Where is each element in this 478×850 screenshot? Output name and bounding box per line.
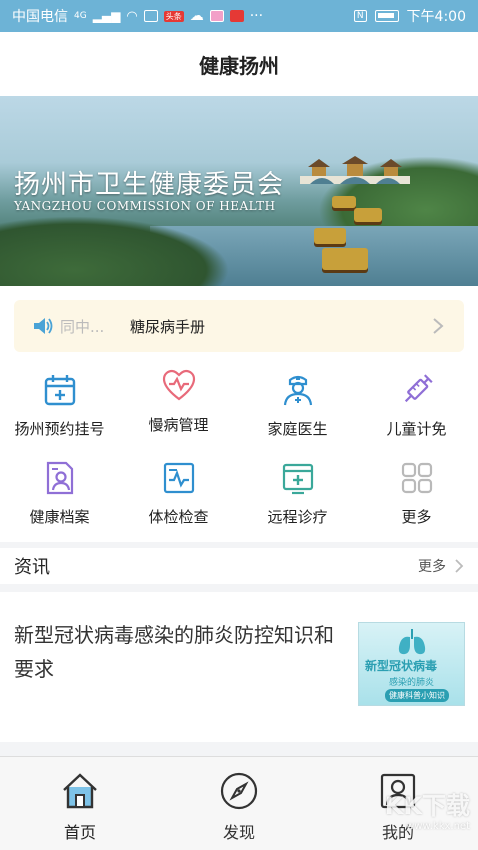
- heart-pulse-icon: [162, 369, 195, 401]
- banner-subtitle: YANGZHOU COMMISSION OF HEALTH: [14, 199, 276, 213]
- app-status-icon-3: [229, 10, 244, 22]
- doctor-icon: [283, 375, 312, 406]
- compass-icon: [220, 772, 258, 810]
- banner-trees-left: [0, 216, 230, 286]
- tab-discover[interactable]: 发现: [179, 771, 299, 843]
- chevron-right-icon: [455, 559, 464, 573]
- cloud-icon: ☁: [189, 8, 204, 24]
- thumb-subtitle: 感染的肺炎: [389, 678, 435, 688]
- app-status-icon-2: [209, 10, 224, 22]
- tab-label: 首页: [63, 823, 96, 842]
- watermark-url: www.kkx.net: [406, 821, 470, 832]
- app-header: 健康扬州: [0, 32, 478, 96]
- service-telemedicine[interactable]: 远程诊疗: [238, 460, 357, 527]
- bottom-tab-bar: 首页 发现 我的 KK下载 www.kkx.net: [0, 756, 478, 850]
- boat-image: [354, 208, 382, 222]
- lungs-icon: [398, 629, 426, 655]
- news-card[interactable]: 新型冠状病毒感染的肺炎防控知识和要求 新型冠状病毒 感染的肺炎 健康科普小知识: [0, 592, 478, 742]
- service-physical-exam[interactable]: 体检检查: [119, 460, 238, 527]
- notice-bar[interactable]: 同中... 糖尿病手册: [14, 300, 464, 352]
- watermark: KK下载 www.kkx.net: [385, 786, 470, 832]
- nfc-icon: N: [353, 10, 367, 22]
- tab-label: 发现: [222, 823, 255, 842]
- signal-icon: ▂▄▆: [92, 9, 121, 23]
- banner-carousel[interactable]: 扬州市卫生健康委员会 YANGZHOU COMMISSION OF HEALTH: [0, 96, 478, 286]
- service-more[interactable]: 更多: [357, 460, 476, 527]
- toutiao-badge: 头条: [163, 10, 184, 22]
- wifi-icon: ◠: [126, 8, 138, 24]
- battery-icon: [374, 10, 399, 22]
- service-label: 慢病管理: [148, 416, 209, 434]
- service-label: 远程诊疗: [267, 508, 328, 526]
- news-more-label: 更多: [418, 559, 446, 575]
- service-family-doctor[interactable]: 家庭医生: [238, 372, 357, 439]
- service-label: 儿童计免: [386, 420, 447, 438]
- grid-more-icon: [401, 462, 432, 494]
- news-section-header: 资讯 更多: [0, 548, 478, 584]
- notice-prefix: 同中...: [60, 317, 105, 336]
- clock-label: 下午4:00: [406, 9, 466, 25]
- news-more-link[interactable]: 更多: [418, 556, 464, 576]
- boat-image: [322, 248, 368, 270]
- network-label: 4G: [74, 11, 87, 21]
- syringe-icon: [404, 374, 433, 403]
- banner-title: 扬州市卫生健康委员会: [14, 170, 285, 200]
- watermark-text: KK下载: [384, 792, 470, 820]
- service-chronic[interactable]: 慢病管理: [119, 368, 238, 435]
- thumb-badge: 健康科普小知识: [385, 689, 449, 702]
- service-health-record[interactable]: 健康档案: [0, 460, 119, 527]
- service-appointment[interactable]: 扬州预约挂号: [0, 372, 119, 439]
- service-label: 健康档案: [29, 508, 90, 526]
- status-bar: 中国电信 4G ▂▄▆ ◠ 头条 ☁ ··· N 下午4:00: [0, 0, 478, 32]
- notice-text: 糖尿病手册: [130, 317, 206, 336]
- service-child-vaccine[interactable]: 儿童计免: [357, 372, 476, 439]
- carrier-label: 中国电信: [12, 9, 68, 25]
- ecg-report-icon: [163, 462, 194, 494]
- news-thumbnail: 新型冠状病毒 感染的肺炎 健康科普小知识: [358, 622, 465, 706]
- news-section-title: 资讯: [14, 557, 50, 578]
- service-label: 家庭医生: [267, 420, 328, 438]
- chevron-right-icon: [433, 318, 444, 334]
- tab-home[interactable]: 首页: [20, 771, 140, 843]
- service-label: 更多: [401, 508, 432, 526]
- profile-doc-icon: [46, 461, 73, 495]
- bridge-pavilion-image: [300, 156, 410, 184]
- app-status-icon: [143, 10, 158, 22]
- boat-image: [332, 196, 356, 208]
- home-icon: [63, 773, 97, 809]
- page-title: 健康扬州: [199, 53, 279, 78]
- calendar-plus-icon: [44, 375, 75, 406]
- service-label: 扬州预约挂号: [14, 420, 105, 438]
- boat-image: [314, 228, 346, 244]
- service-label: 体检检查: [148, 508, 209, 526]
- more-dots-icon: ···: [249, 8, 264, 24]
- thumb-title: 新型冠状病毒: [365, 659, 438, 673]
- news-article-title: 新型冠状病毒感染的肺炎防控知识和要求: [14, 623, 334, 681]
- speaker-icon: [34, 318, 53, 334]
- telemedicine-icon: [282, 463, 313, 495]
